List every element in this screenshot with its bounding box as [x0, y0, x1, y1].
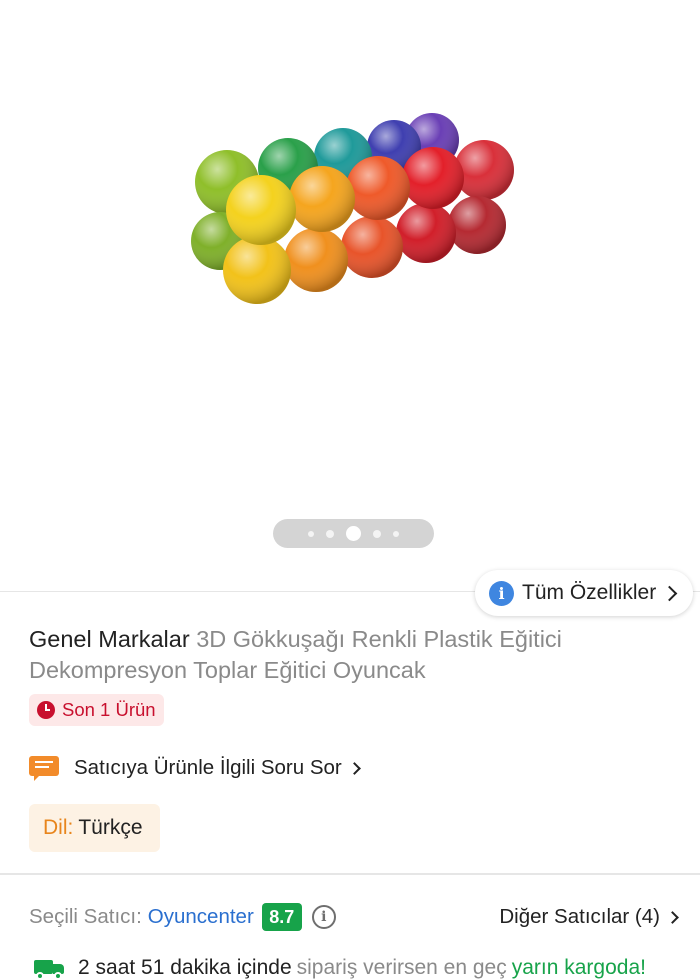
pagination-dot[interactable] — [393, 530, 399, 537]
delivery-highlight: yarın kargoda! — [511, 956, 646, 979]
product-image[interactable] — [185, 105, 525, 315]
pagination-dot-active[interactable] — [346, 526, 361, 541]
seller-score-badge: 8.7 — [261, 903, 302, 931]
other-sellers-link[interactable]: Diğer Satıcılar (4) — [499, 905, 679, 929]
delivery-text: sipariş verirsen en geç — [296, 956, 507, 979]
delivery-countdown: 2 saat 51 dakika içinde — [78, 956, 292, 979]
pagination-dot[interactable] — [308, 530, 314, 537]
all-specs-button[interactable]: i Tüm Özellikler — [475, 570, 693, 616]
chevron-right-icon — [661, 585, 678, 601]
language-key: Dil: — [43, 816, 74, 839]
all-specs-label: Tüm Özellikler — [522, 581, 657, 604]
chat-icon — [29, 755, 59, 781]
language-value: Türkçe — [78, 816, 143, 839]
ask-seller-link[interactable]: Satıcıya Ürünle İlgili Soru Sor — [29, 752, 361, 784]
ask-seller-label: Satıcıya Ürünle İlgili Soru Sor — [74, 756, 342, 779]
product-title: Genel Markalar 3D Gökkuşağı Renkli Plast… — [29, 624, 669, 686]
seller-row: Seçili Satıcı: Oyuncenter 8.7 i Diğer Sa… — [29, 900, 679, 934]
seller-name-link[interactable]: Oyuncenter — [148, 905, 254, 929]
info-icon[interactable]: i — [311, 905, 336, 929]
stock-badge: Son 1 Ürün — [29, 694, 164, 726]
info-icon: i — [489, 580, 514, 606]
chevron-right-icon — [347, 761, 361, 775]
product-brand[interactable]: Genel Markalar — [29, 626, 190, 652]
clock-icon — [37, 701, 55, 719]
product-gallery[interactable] — [0, 0, 700, 590]
chevron-right-icon — [666, 910, 679, 924]
other-sellers-label: Diğer Satıcılar (4) — [499, 905, 660, 928]
stock-text: Son 1 Ürün — [62, 699, 156, 720]
truck-icon — [34, 956, 66, 980]
pagination-dot[interactable] — [326, 529, 334, 538]
pagination-dot[interactable] — [373, 529, 381, 538]
seller-key: Seçili Satıcı: — [29, 905, 142, 928]
delivery-info: 2 saat 51 dakika içinde sipariş verirsen… — [34, 952, 694, 980]
divider — [0, 873, 700, 875]
image-pagination[interactable] — [273, 519, 434, 548]
language-badge: Dil: Türkçe — [29, 804, 160, 852]
